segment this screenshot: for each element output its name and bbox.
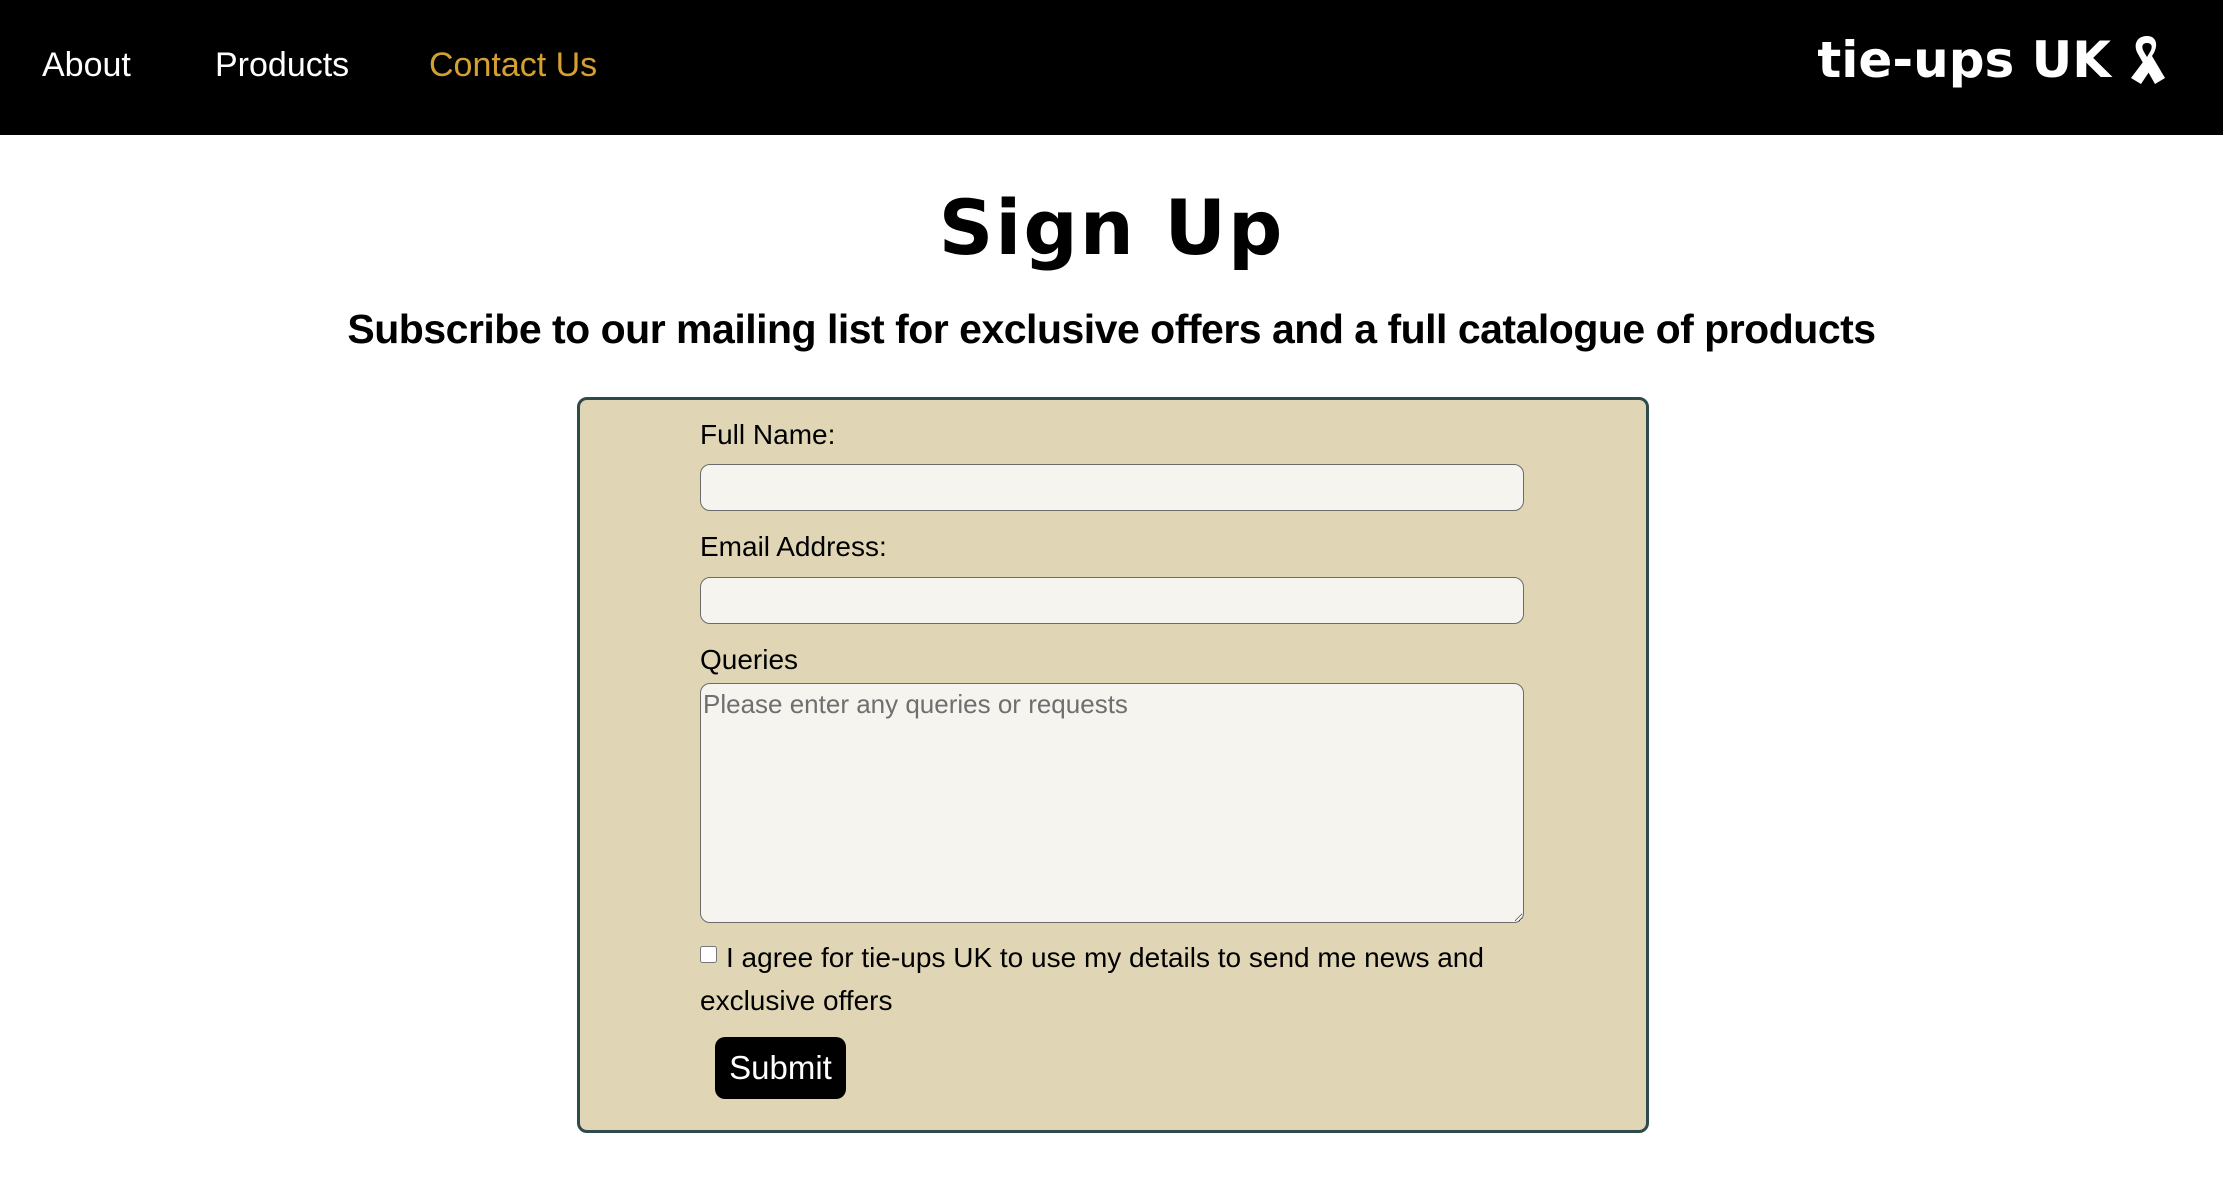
- brand-name: tie-ups UK: [1817, 31, 2111, 89]
- page-subtitle: Subscribe to our mailing list for exclus…: [347, 306, 1876, 352]
- nav-link-products[interactable]: Products: [215, 42, 349, 88]
- submit-button[interactable]: Submit: [715, 1037, 846, 1099]
- queries-label: Queries: [700, 644, 799, 675]
- nav-link-about[interactable]: About: [42, 42, 131, 88]
- nav-link-contact-us[interactable]: Contact Us: [429, 42, 597, 88]
- email-label: Email Address:: [700, 531, 887, 562]
- top-navbar: About Products Contact Us tie-ups UK: [0, 0, 2223, 135]
- page-title: Sign Up: [938, 183, 1285, 272]
- consent-checkbox[interactable]: [700, 946, 717, 963]
- consent-text: I agree for tie-ups UK to use my details…: [700, 942, 1484, 1016]
- full-name-label: Full Name:: [700, 419, 836, 450]
- email-input[interactable]: [700, 577, 1524, 624]
- brand-logo[interactable]: tie-ups UK: [1817, 30, 2171, 90]
- awareness-ribbon-icon: [2131, 36, 2165, 84]
- full-name-input[interactable]: [700, 464, 1524, 511]
- queries-textarea[interactable]: [700, 683, 1524, 923]
